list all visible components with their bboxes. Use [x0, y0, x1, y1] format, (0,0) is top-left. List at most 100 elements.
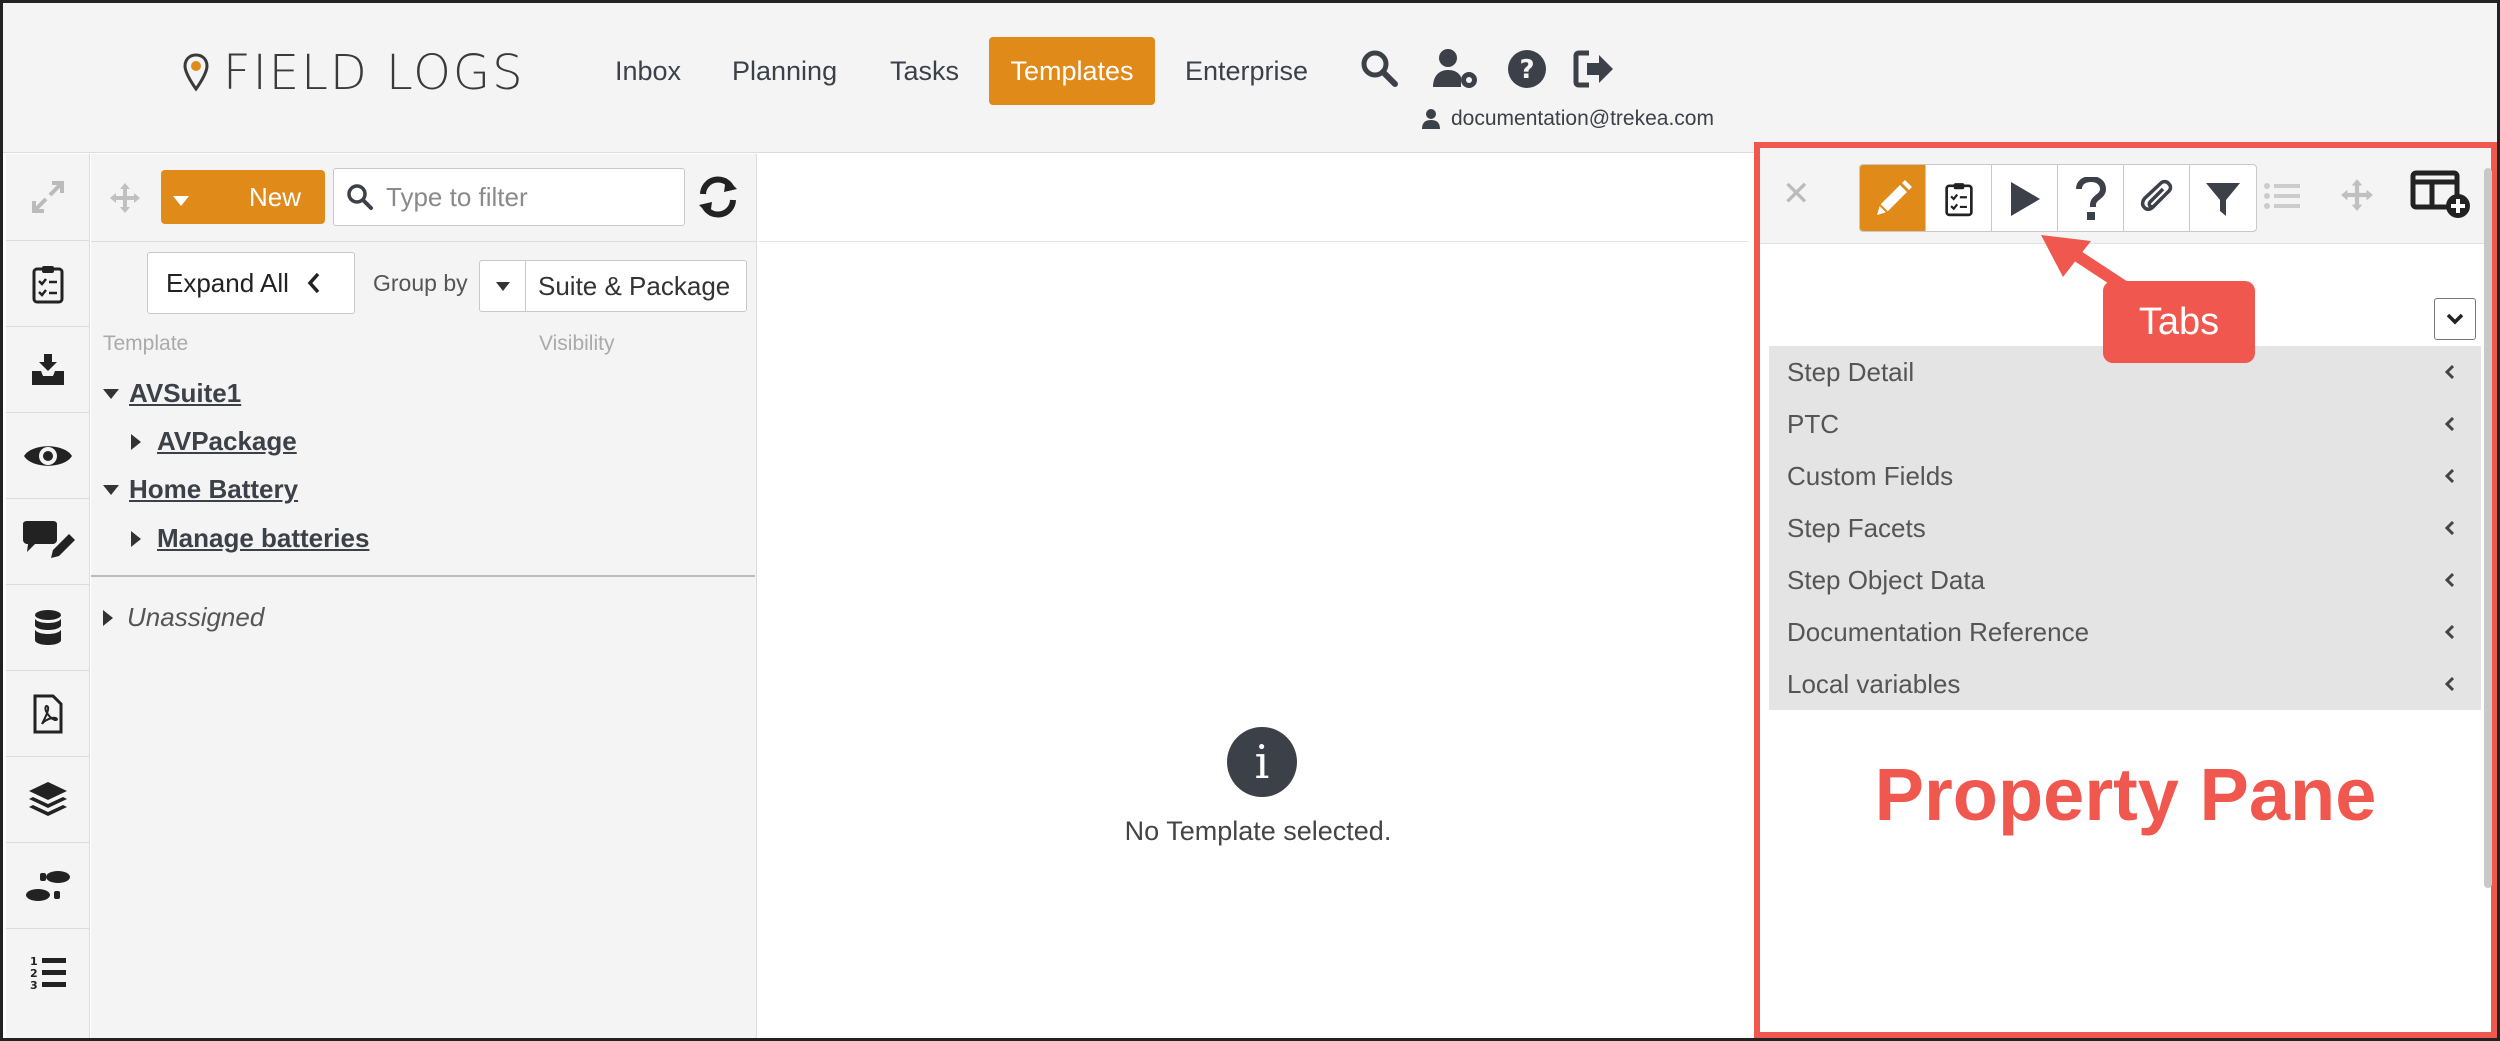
caret-right-icon[interactable] [103, 609, 113, 626]
tree-node-package[interactable]: Manage batteries [131, 523, 369, 554]
add-panel-icon[interactable] [2410, 170, 2472, 220]
move-icon[interactable] [109, 182, 141, 214]
tree-node-suite[interactable]: AVSuite1 [103, 378, 241, 409]
group-by-value: Suite & Package [538, 270, 731, 301]
numbered-list-icon: 1 2 3 [30, 955, 66, 991]
tab-filter[interactable] [2190, 165, 2256, 231]
section-step-facets[interactable]: Step Facets [1769, 502, 2481, 554]
tab-help[interactable] [2058, 165, 2124, 231]
nav-templates[interactable]: Templates [989, 37, 1155, 105]
pdf-file-icon [33, 694, 63, 733]
help-icon[interactable]: ? [1505, 47, 1549, 91]
move-icon[interactable] [2340, 178, 2374, 212]
group-by-select[interactable]: Suite & Package [479, 260, 747, 312]
chevron-down-icon [2446, 313, 2464, 325]
section-local-variables[interactable]: Local variables [1769, 658, 2481, 710]
annotation-property-pane-label: Property Pane [1874, 753, 2377, 836]
chevron-left-icon [307, 272, 320, 294]
play-icon [2010, 182, 2040, 216]
svg-text:?: ? [1519, 55, 1534, 85]
rail-ordered-list[interactable]: 1 2 3 [6, 928, 90, 1014]
template-detail-panel: i No Template selected. [758, 154, 1748, 1038]
caret-down-icon[interactable] [103, 388, 119, 399]
rail-templates[interactable] [6, 240, 90, 326]
current-user: documentation@trekea.com [1421, 107, 1714, 131]
rail-layers[interactable] [6, 756, 90, 842]
database-icon [35, 609, 61, 645]
property-tabs [1859, 164, 2257, 232]
svg-text:i: i [1255, 735, 1270, 789]
chevron-left-icon [2445, 572, 2455, 588]
rail-steps[interactable] [6, 842, 90, 928]
section-ptc[interactable]: PTC [1769, 398, 2481, 450]
rail-comments[interactable] [6, 498, 90, 584]
nav-planning[interactable]: Planning [732, 37, 837, 105]
tree-node-unassigned[interactable]: Unassigned [103, 602, 264, 633]
location-pin-logo-icon [183, 53, 209, 92]
eye-icon [24, 445, 72, 466]
comment-edit-icon [23, 520, 75, 558]
search-icon [347, 184, 373, 210]
refresh-icon[interactable] [695, 174, 741, 220]
chevron-left-icon [2445, 624, 2455, 640]
tab-run[interactable] [1992, 165, 2058, 231]
app-logo[interactable]: FIELD LOGS [183, 45, 525, 101]
tree-toolbar: New [91, 154, 757, 242]
inbox-download-icon [32, 353, 64, 385]
chevron-left-icon [2445, 520, 2455, 536]
rail-inbox[interactable] [6, 326, 90, 412]
nav-tasks[interactable]: Tasks [890, 37, 959, 105]
user-email: documentation@trekea.com [1451, 107, 1714, 130]
rail-data[interactable] [6, 584, 90, 670]
caret-right-icon[interactable] [131, 433, 141, 450]
logout-icon[interactable] [1573, 47, 1617, 91]
search-icon[interactable] [1358, 47, 1402, 91]
tab-checklist[interactable] [1926, 165, 1992, 231]
filter-input[interactable] [386, 181, 666, 213]
column-visibility: Visibility [539, 332, 615, 355]
edit-pencil-icon [1876, 180, 1912, 215]
user-icon [1422, 109, 1440, 129]
app-window: FIELD LOGS Inbox Planning Tasks Template… [0, 0, 2500, 1041]
tree-node-suite[interactable]: Home Battery [103, 474, 298, 505]
svg-text:3: 3 [30, 979, 38, 991]
rail-expand[interactable] [6, 154, 90, 240]
nav-inbox[interactable]: Inbox [615, 37, 681, 105]
rail-pdf[interactable] [6, 670, 90, 756]
expand-all-button[interactable]: Expand All [147, 252, 355, 314]
top-header: FIELD LOGS Inbox Planning Tasks Template… [3, 3, 2497, 153]
rail-view[interactable] [6, 412, 90, 498]
user-settings-icon[interactable] [1431, 47, 1481, 91]
chevron-left-icon [2445, 364, 2455, 380]
dropdown-toggle[interactable] [480, 261, 526, 311]
question-icon [2075, 177, 2106, 220]
nav-enterprise[interactable]: Enterprise [1185, 37, 1308, 105]
template-tree-panel: New Expand All Group by [91, 154, 757, 1038]
new-template-button[interactable]: New [161, 170, 325, 224]
chevron-down-icon [495, 281, 510, 291]
section-documentation-reference[interactable]: Documentation Reference [1769, 606, 2481, 658]
caret-down-icon[interactable] [103, 484, 119, 495]
filter-icon [2206, 183, 2240, 216]
clipboard-checklist-icon [32, 265, 64, 303]
info-icon: i [1227, 727, 1297, 797]
tab-attachments[interactable] [2124, 165, 2190, 231]
tree-node-package[interactable]: AVPackage [131, 426, 297, 457]
chevron-left-icon [2445, 676, 2455, 692]
caret-right-icon[interactable] [131, 530, 141, 547]
expand-icon [32, 181, 64, 213]
footsteps-icon [26, 870, 70, 901]
paperclip-icon [2140, 179, 2172, 211]
sections-dropdown[interactable] [2434, 298, 2476, 340]
filter-field[interactable] [333, 168, 685, 226]
section-custom-fields[interactable]: Custom Fields [1769, 450, 2481, 502]
property-sections: Step Detail PTC Custom Fields Step Facet… [1769, 346, 2481, 710]
chevron-left-icon [2445, 468, 2455, 484]
tab-edit[interactable] [1860, 165, 1926, 231]
close-icon[interactable]: ✕ [1782, 174, 1811, 214]
empty-state-message: No Template selected. [1124, 816, 1392, 846]
section-step-object-data[interactable]: Step Object Data [1769, 554, 2481, 606]
layers-icon [29, 781, 67, 816]
column-template: Template [103, 332, 189, 355]
annotation-tabs-callout: Tabs [2103, 281, 2255, 363]
